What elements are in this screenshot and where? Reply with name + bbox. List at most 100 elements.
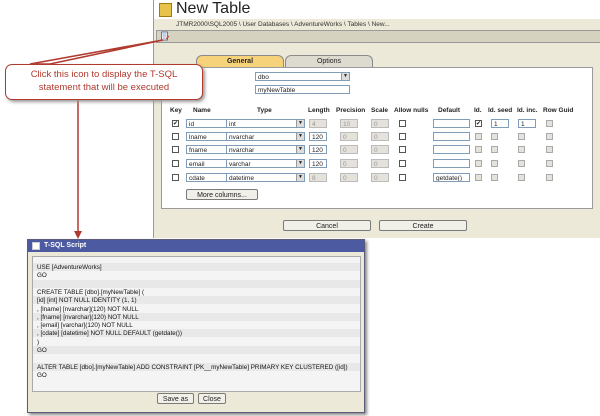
script-line: GO — [37, 272, 47, 280]
column-type-select[interactable]: nvarchar ▼ — [226, 132, 305, 141]
table-row: cdate datetime ▼ 8 0 0 getdate() — [169, 171, 589, 184]
chevron-down-icon[interactable]: ▼ — [296, 174, 304, 181]
breadcrumb: JTMR2000\SQL2005 \ User Databases \ Adve… — [176, 21, 390, 28]
column-length-input[interactable]: 120 — [309, 145, 327, 154]
header-length: Length — [308, 107, 330, 114]
table-row: email varchar ▼ 120 0 0 — [169, 157, 589, 170]
column-default-input[interactable] — [433, 159, 470, 168]
header-precision: Precision — [336, 107, 366, 114]
column-scale-input: 0 — [371, 119, 389, 128]
create-button[interactable]: Create — [379, 220, 467, 231]
header-identity: Id. — [474, 107, 482, 114]
page-title: New Table — [176, 0, 251, 17]
row-guid-checkbox[interactable] — [546, 120, 553, 127]
column-length-input[interactable]: 120 — [309, 159, 327, 168]
column-precision-input: 0 — [340, 173, 358, 182]
column-precision-input: 0 — [340, 145, 358, 154]
script-line: USE [AdventureWorks] — [37, 264, 102, 271]
tsql-script-text[interactable]: USE [AdventureWorks] GO CREATE TABLE [dbo]… — [32, 256, 361, 392]
identity-seed-input[interactable] — [491, 133, 498, 140]
chevron-down-icon[interactable]: ▼ — [296, 160, 304, 167]
script-window-icon — [32, 242, 40, 250]
column-type-select[interactable]: nvarchar ▼ — [226, 145, 305, 154]
key-checkbox[interactable] — [172, 160, 179, 167]
identity-checkbox[interactable] — [475, 174, 482, 181]
header-scale: Scale — [371, 107, 388, 114]
allow-nulls-checkbox[interactable] — [399, 174, 406, 181]
identity-seed-input[interactable]: 1 — [491, 119, 509, 128]
column-type-select[interactable]: varchar ▼ — [226, 159, 305, 168]
key-checkbox[interactable] — [172, 133, 179, 140]
script-line: [id] [int] NOT NULL IDENTITY (1, 1) — [37, 297, 137, 305]
cancel-button[interactable]: Cancel — [283, 220, 371, 231]
key-checkbox[interactable]: ✔ — [172, 120, 179, 127]
script-line-stripe — [33, 279, 360, 288]
column-default-input[interactable]: getdate() — [433, 173, 470, 182]
more-columns-button[interactable]: More columns... — [186, 189, 258, 200]
header-default: Default — [438, 107, 461, 114]
identity-seed-input[interactable] — [491, 160, 498, 167]
allow-nulls-checkbox[interactable] — [399, 160, 406, 167]
script-line: ) — [37, 338, 40, 346]
script-line: ALTER TABLE [dbo].[myNewTable] ADD CONST… — [37, 363, 348, 371]
identity-inc-input[interactable] — [518, 146, 525, 153]
chevron-down-icon[interactable]: ▼ — [296, 146, 304, 153]
identity-seed-input[interactable] — [491, 146, 498, 153]
script-line: GO — [37, 371, 47, 379]
column-length-input[interactable]: 8 — [309, 173, 327, 182]
schema-value: dbo — [258, 74, 269, 81]
column-type-value: nvarchar — [229, 134, 255, 141]
save-as-button[interactable]: Save as — [157, 393, 194, 404]
table-row: fname nvarchar ▼ 120 0 0 — [169, 143, 589, 156]
row-guid-checkbox[interactable] — [546, 146, 553, 153]
script-icon[interactable] — [160, 31, 170, 41]
identity-checkbox[interactable] — [475, 146, 482, 153]
column-default-input[interactable] — [433, 119, 470, 128]
column-type-value: nvarchar — [229, 147, 255, 154]
identity-checkbox[interactable] — [475, 133, 482, 140]
header-type: Type — [257, 107, 272, 114]
chevron-down-icon[interactable]: ▼ — [341, 73, 349, 80]
script-line: GO — [37, 347, 47, 354]
key-checkbox[interactable] — [172, 174, 179, 181]
chevron-down-icon[interactable]: ▼ — [296, 120, 304, 127]
column-precision-input: 10 — [340, 119, 358, 128]
script-line: CREATE TABLE [dbo].[myNewTable] ( — [37, 288, 145, 296]
column-default-input[interactable] — [433, 132, 470, 141]
row-guid-checkbox[interactable] — [546, 160, 553, 167]
identity-checkbox[interactable] — [475, 160, 482, 167]
row-guid-checkbox[interactable] — [546, 133, 553, 140]
column-type-select[interactable]: int ▼ — [226, 119, 305, 128]
close-button[interactable]: Close — [198, 393, 226, 404]
column-type-value: varchar — [229, 161, 251, 168]
allow-nulls-checkbox[interactable] — [399, 146, 406, 153]
identity-seed-input[interactable] — [491, 174, 498, 181]
column-precision-input: 0 — [340, 132, 358, 141]
column-length-input[interactable]: 120 — [309, 132, 327, 141]
header-row-guid: Row Guid — [543, 107, 574, 114]
header-allow-nulls: Allow nulls — [394, 107, 429, 114]
table-name-input[interactable]: myNewTable — [255, 85, 350, 94]
callout-line-2: statement that will be executed — [38, 82, 170, 93]
allow-nulls-checkbox[interactable] — [399, 120, 406, 127]
column-scale-input: 0 — [371, 173, 389, 182]
key-checkbox[interactable] — [172, 146, 179, 153]
row-guid-checkbox[interactable] — [546, 174, 553, 181]
header-id-seed: Id. seed — [488, 107, 513, 114]
identity-checkbox[interactable]: ✔ — [475, 120, 482, 127]
identity-inc-input[interactable] — [518, 133, 525, 140]
column-precision-input: 0 — [340, 159, 358, 168]
column-length-input[interactable]: 4 — [309, 119, 327, 128]
column-type-select[interactable]: datetime ▼ — [226, 173, 305, 182]
chevron-down-icon[interactable]: ▼ — [296, 133, 304, 140]
schema-select[interactable]: dbo ▼ — [255, 72, 350, 81]
identity-inc-input[interactable] — [518, 160, 525, 167]
column-default-input[interactable] — [433, 145, 470, 154]
script-line: , [email] [varchar](120) NOT NULL — [37, 322, 133, 330]
header-name: Name — [193, 107, 211, 114]
script-line: , [lname] [nvarchar](120) NOT NULL — [37, 305, 139, 313]
column-scale-input: 0 — [371, 145, 389, 154]
allow-nulls-checkbox[interactable] — [399, 133, 406, 140]
identity-inc-input[interactable] — [518, 174, 525, 181]
identity-inc-input[interactable]: 1 — [518, 119, 536, 128]
